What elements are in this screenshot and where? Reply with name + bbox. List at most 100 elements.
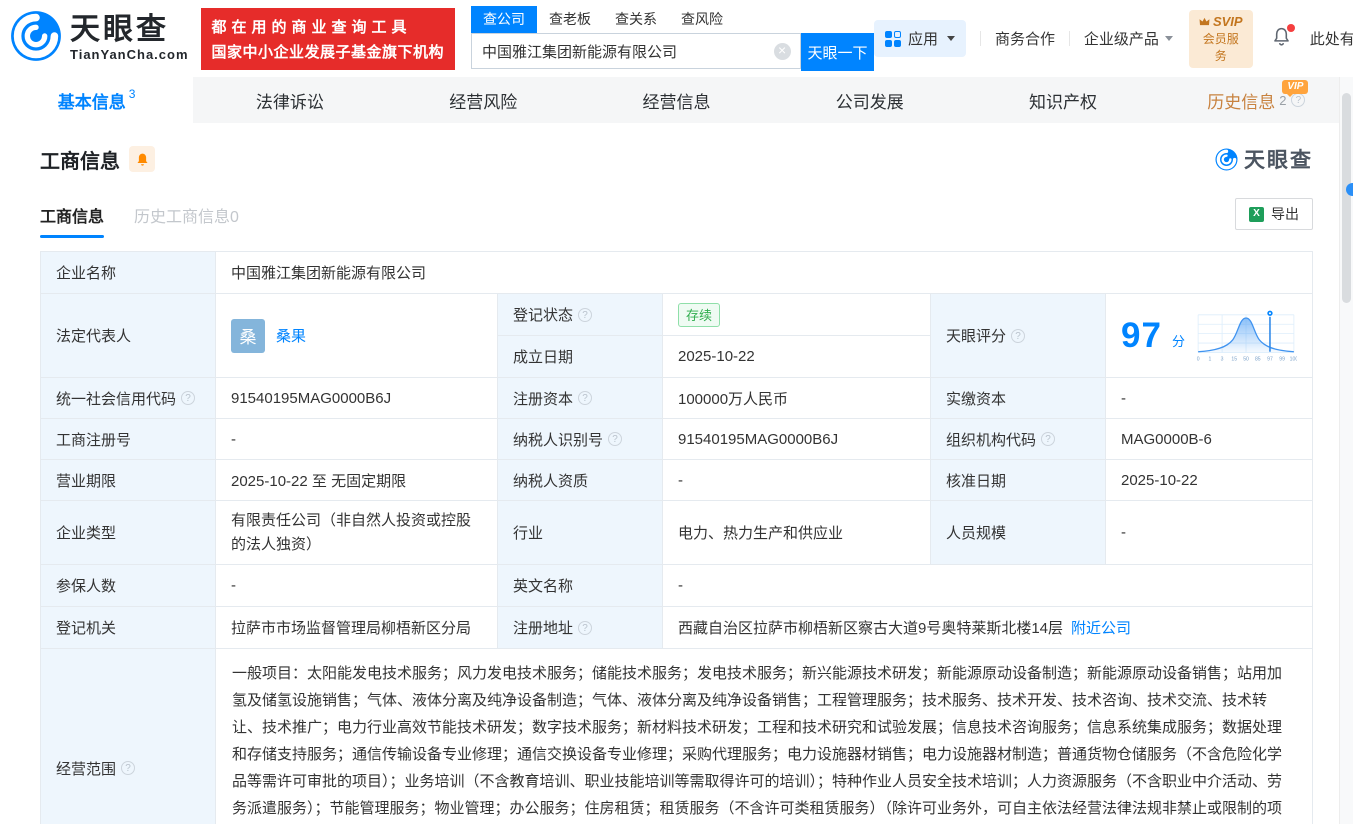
search-button[interactable]: 天眼一下 (801, 33, 875, 71)
clear-search-icon[interactable] (774, 42, 792, 60)
tab-intellectual-property-label: 知识产权 (1029, 92, 1098, 112)
tab-basic-info[interactable]: 基本信息 3 (0, 77, 194, 123)
search-input[interactable] (471, 33, 802, 69)
subscribe-bell-icon (137, 153, 147, 166)
help-icon (578, 307, 593, 322)
establish-date-value: 2025-10-22 (663, 336, 931, 378)
search-tab-boss[interactable]: 查老板 (537, 6, 603, 33)
reg-capital-value: 100000万人民币 (663, 378, 931, 419)
credit-code-label: 统一社会信用代码 (41, 378, 216, 419)
business-info-table: 企业名称 中国雅江集团新能源有限公司 法定代表人 桑 桑果 登记状态 存续 成立… (40, 251, 1313, 824)
divider (980, 31, 981, 46)
paid-capital-value: - (1106, 378, 1313, 419)
subtab-business-info[interactable]: 工商信息 (40, 203, 105, 238)
staff-size-label: 人员规模 (931, 501, 1106, 565)
promo-banner: 都在用的商业查询工具 国家中小企业发展子基金旗下机构 (200, 7, 456, 70)
score-cell[interactable]: 97 分 0 1 3 15 50 85 97 99 10 (1106, 294, 1313, 378)
user-menu[interactable]: 此处有... (1310, 28, 1353, 49)
section-title: 工商信息 (40, 150, 120, 173)
apps-button[interactable]: 应用 (874, 20, 967, 57)
search-area: 查公司 查老板 查关系 查风险 天眼一下 (471, 6, 875, 71)
chevron-down-icon (1164, 36, 1173, 41)
svip-member-button[interactable]: SVIP 会员服务 (1188, 9, 1253, 68)
floating-widget-handle[interactable] (1346, 183, 1353, 196)
company-type-value: 有限责任公司（非自然人投资或控股的法人独资） (216, 501, 498, 565)
tianyancha-logo[interactable]: 天眼查 TianYanCha.com (10, 10, 189, 67)
company-type-label: 企业类型 (41, 501, 216, 565)
taxpayer-quality-label: 纳税人资质 (498, 460, 663, 501)
reg-number-label: 工商注册号 (41, 419, 216, 460)
crown-icon (1199, 17, 1210, 25)
svg-text:15: 15 (1231, 356, 1237, 362)
business-term-label: 营业期限 (41, 460, 216, 501)
insured-count-value: - (216, 565, 498, 607)
help-icon (181, 391, 196, 405)
business-term-value: 2025-10-22 至 无固定期限 (216, 460, 498, 501)
tab-history-info[interactable]: 历史信息 2 VIP (1160, 77, 1353, 123)
industry-value: 电力、热力生产和供应业 (663, 501, 931, 565)
promo-banner-line2: 国家中小企业发展子基金旗下机构 (211, 43, 445, 61)
taxpayer-id-value: 91540195MAG0000B6J (663, 419, 931, 460)
search-tab-risk[interactable]: 查风险 (669, 6, 735, 33)
staff-size-value: - (1106, 501, 1313, 565)
org-code-label: 组织机构代码 (931, 419, 1106, 460)
main-content: 工商信息 天眼查 工商信息 历史工商信息0 导出 企业名称 中国雅江集团新能源有… (0, 144, 1353, 824)
search-tab-relation[interactable]: 查关系 (603, 6, 669, 33)
company-name-value: 中国雅江集团新能源有限公司 (216, 252, 1313, 294)
avatar[interactable]: 桑 (231, 318, 265, 353)
logo-subtitle: TianYanCha.com (70, 47, 189, 62)
subtab-history-business-info[interactable]: 历史工商信息0 (134, 203, 239, 238)
logo-title: 天眼查 (70, 13, 169, 46)
help-icon (608, 432, 623, 446)
scrollbar-thumb[interactable] (1342, 93, 1351, 303)
svg-text:50: 50 (1243, 356, 1249, 362)
tab-intellectual-property[interactable]: 知识产权 (966, 77, 1159, 123)
score-chart: 0 1 3 15 50 85 97 99 100 (1197, 309, 1297, 362)
tab-legal-proceedings[interactable]: 法律诉讼 (193, 77, 386, 123)
svip-service-label: 会员服务 (1202, 31, 1239, 63)
scope-value: 一般项目：太阳能发电技术服务；风力发电技术服务；储能技术服务；发电技术服务；新兴… (216, 649, 1313, 824)
svip-label: SVIP (1212, 13, 1243, 29)
address-value: 西藏自治区拉萨市柳梧新区察古大道9号奥特莱斯北楼14层 (678, 620, 1064, 637)
chevron-down-icon (947, 36, 956, 41)
apps-grid-icon (885, 30, 902, 47)
credit-code-value: 91540195MAG0000B6J (216, 378, 498, 419)
registry-value: 拉萨市市场监督管理局柳梧新区分局 (216, 607, 498, 649)
tab-operation-info[interactable]: 经营信息 (580, 77, 773, 123)
tab-operation-risk[interactable]: 经营风险 (387, 77, 580, 123)
business-cooperation-link[interactable]: 商务合作 (995, 28, 1055, 49)
approval-date-value: 2025-10-22 (1106, 460, 1313, 501)
svg-text:85: 85 (1255, 356, 1261, 362)
paid-capital-label: 实缴资本 (931, 378, 1106, 419)
tab-operation-info-label: 经营信息 (642, 92, 711, 112)
address-label: 注册地址 (498, 607, 663, 649)
legal-rep-label: 法定代表人 (41, 294, 216, 378)
excel-icon (1249, 206, 1264, 222)
apps-label: 应用 (908, 31, 939, 48)
enterprise-products-link[interactable]: 企业级产品 (1084, 28, 1173, 49)
svg-text:97: 97 (1267, 356, 1273, 362)
header: 天眼查 TianYanCha.com 都在用的商业查询工具 国家中小企业发展子基… (0, 0, 1353, 77)
tianyancha-watermark: 天眼查 (1215, 144, 1313, 174)
user-menu-label: 此处有... (1309, 31, 1353, 48)
search-tabs: 查公司 查老板 查关系 查风险 (471, 6, 874, 33)
help-icon (1041, 432, 1056, 446)
taxpayer-id-label: 纳税人识别号 (498, 419, 663, 460)
tab-history-info-label: 历史信息 (1207, 92, 1276, 112)
tab-company-development[interactable]: 公司发展 (773, 77, 966, 123)
company-nav-tabs: 基本信息 3 法律诉讼 经营风险 经营信息 公司发展 知识产权 历史信息 2 V… (0, 77, 1353, 123)
tianyancha-logo-icon (10, 10, 62, 67)
vip-badge: VIP (1282, 80, 1309, 97)
legal-rep-link[interactable]: 桑果 (276, 325, 306, 346)
page: 天眼查 TianYanCha.com 都在用的商业查询工具 国家中小企业发展子基… (0, 0, 1353, 824)
notification-bell-button[interactable] (1271, 23, 1295, 52)
taxpayer-quality-value: - (663, 460, 931, 501)
establish-date-label: 成立日期 (498, 336, 663, 378)
subscribe-bell-button[interactable] (129, 146, 155, 172)
tianyancha-watermark-icon (1215, 147, 1238, 171)
export-button[interactable]: 导出 (1235, 198, 1313, 230)
nearby-companies-link[interactable]: 附近公司 (1071, 617, 1131, 638)
watermark-text: 天眼查 (1244, 149, 1313, 172)
search-tab-company[interactable]: 查公司 (471, 6, 538, 33)
english-name-label: 英文名称 (498, 565, 663, 607)
